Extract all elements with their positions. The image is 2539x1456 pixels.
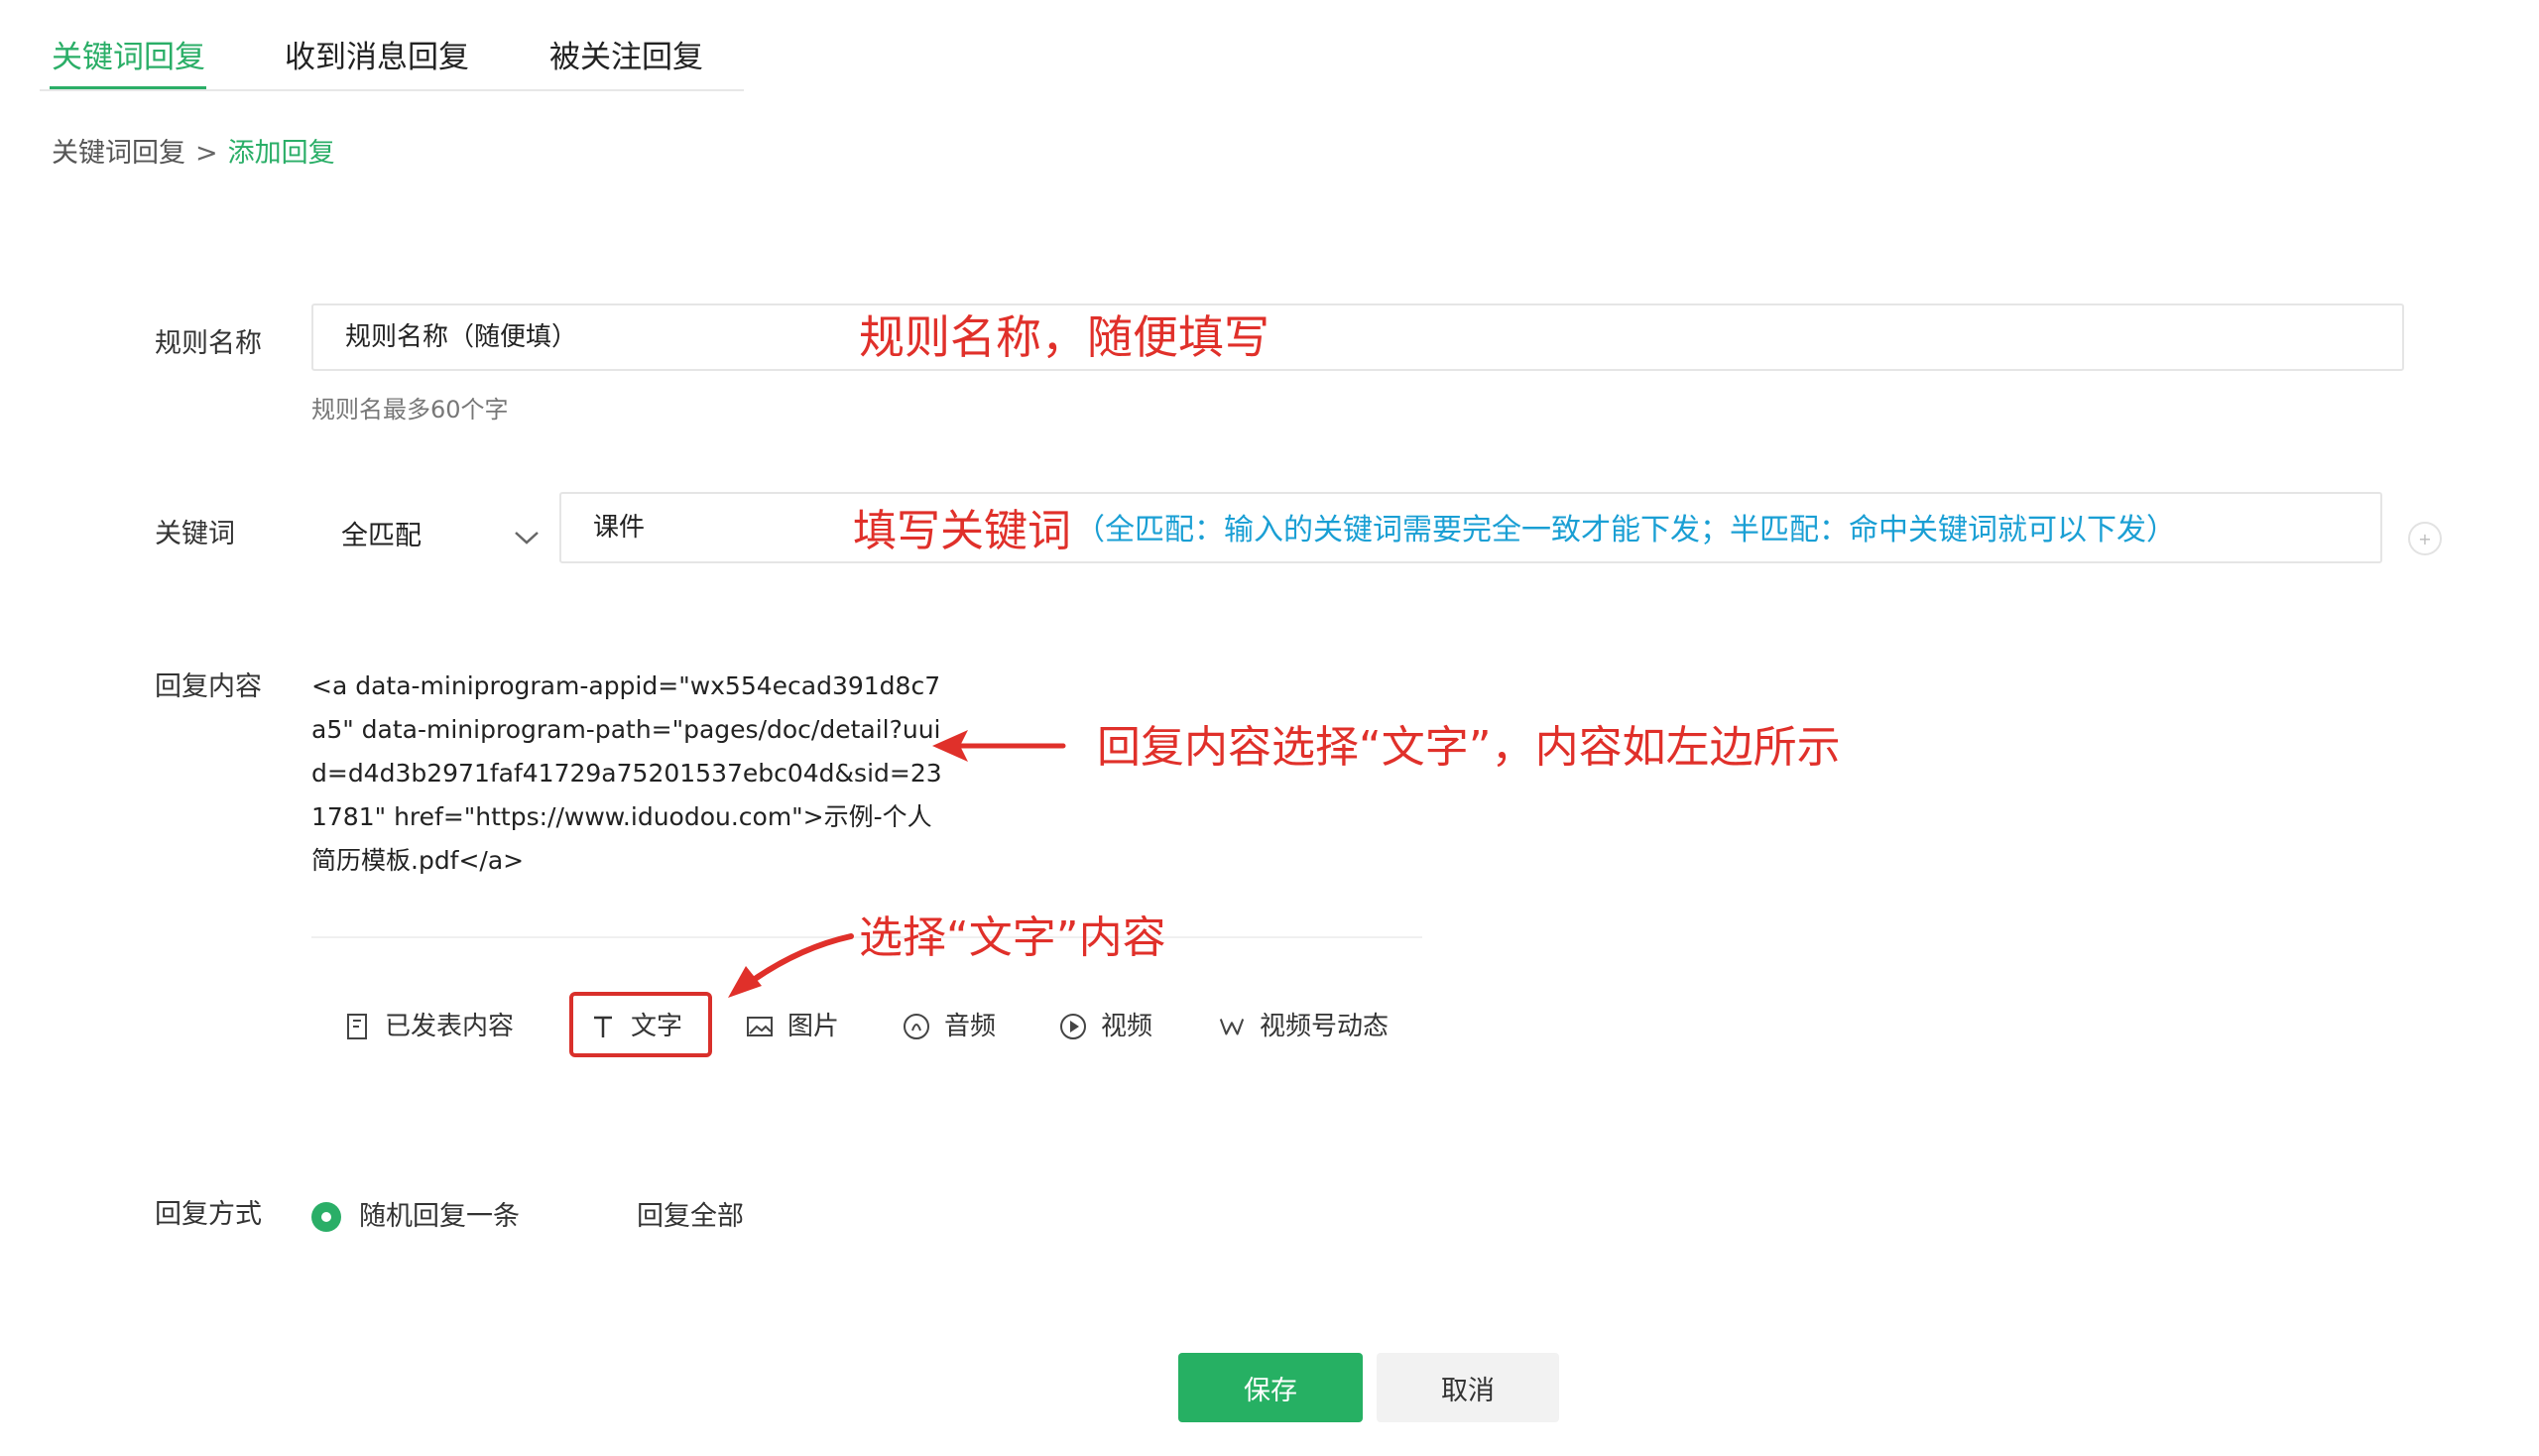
toolbar-audio-label: 音频 xyxy=(944,1012,997,1041)
chevron-down-icon xyxy=(515,532,539,545)
audio-icon xyxy=(903,1013,930,1040)
toolbar-text-label: 文字 xyxy=(631,1012,683,1041)
image-icon xyxy=(746,1013,774,1040)
annotation-arrow-down-left-icon xyxy=(728,933,854,998)
toolbar-published-content[interactable]: 已发表内容 xyxy=(343,1010,514,1043)
text-icon xyxy=(589,1013,617,1040)
reply-mode-random-option[interactable]: 随机回复一条 xyxy=(311,1200,520,1234)
match-mode-value: 全匹配 xyxy=(341,521,422,551)
rule-name-input[interactable]: 规则名称（随便填） xyxy=(311,303,2404,371)
match-mode-select[interactable]: 全匹配 xyxy=(339,520,547,559)
toolbar-channels[interactable]: 视频号动态 xyxy=(1218,1010,1389,1043)
toolbar-video-label: 视频 xyxy=(1101,1012,1153,1041)
radio-selected-icon xyxy=(311,1202,341,1232)
keyword-annotation-blue: （全匹配：输入的关键词需要完全一致才能下发；半匹配：命中关键词就可以下发） xyxy=(1075,513,2176,547)
toolbar-text[interactable]: 文字 xyxy=(589,1010,682,1043)
tab-keyword-reply[interactable]: 关键词回复 xyxy=(52,38,205,77)
rule-name-label: 规则名称 xyxy=(155,328,262,359)
annotation-arrow-left-icon xyxy=(932,730,1066,762)
rule-name-value: 规则名称（随便填） xyxy=(345,322,578,352)
reply-content-annotation: 回复内容选择“文字”，内容如左边所示 xyxy=(1097,722,1841,773)
breadcrumb-parent[interactable]: 关键词回复 xyxy=(52,138,185,169)
toolbar-video[interactable]: 视频 xyxy=(1059,1010,1152,1043)
toolbar-audio[interactable]: 音频 xyxy=(903,1010,996,1043)
toolbar-image[interactable]: 图片 xyxy=(746,1010,839,1043)
tabs-divider xyxy=(40,89,744,91)
channels-icon xyxy=(1218,1013,1246,1040)
reply-mode-all-option[interactable]: 回复全部 xyxy=(637,1200,744,1234)
cancel-button[interactable]: 取消 xyxy=(1377,1353,1559,1422)
reply-mode-random-label: 随机回复一条 xyxy=(359,1201,520,1232)
toolbar-image-label: 图片 xyxy=(787,1012,840,1041)
breadcrumb-separator: > xyxy=(195,138,218,169)
video-icon xyxy=(1059,1013,1087,1040)
reply-mode-label: 回复方式 xyxy=(155,1199,262,1230)
keyword-annotation-red: 填写关键词 xyxy=(853,506,1071,556)
rule-name-hint: 规则名最多60个字 xyxy=(311,396,509,424)
keyword-label: 关键词 xyxy=(155,519,235,549)
document-icon xyxy=(343,1013,371,1040)
tab-message-reply[interactable]: 收到消息回复 xyxy=(285,38,469,77)
tab-follow-reply[interactable]: 被关注回复 xyxy=(549,38,703,77)
save-button[interactable]: 保存 xyxy=(1178,1353,1363,1422)
keyword-annotation: 填写关键词 （全匹配：输入的关键词需要完全一致才能下发；半匹配：命中关键词就可以下… xyxy=(845,496,2184,557)
toolbar-channels-label: 视频号动态 xyxy=(1260,1012,1390,1041)
breadcrumb-current: 添加回复 xyxy=(227,138,335,169)
add-keyword-icon[interactable]: + xyxy=(2408,522,2442,555)
rule-name-annotation: 规则名称，随便填写 xyxy=(845,307,1283,367)
keyword-value: 课件 xyxy=(593,513,646,543)
toolbar-annotation: 选择“文字”内容 xyxy=(859,912,1166,963)
toolbar-published-content-label: 已发表内容 xyxy=(385,1012,515,1041)
reply-content-text[interactable]: <a data-miniprogram-appid="wx554ecad391d… xyxy=(311,665,946,883)
reply-content-label: 回复内容 xyxy=(155,671,262,702)
breadcrumb: 关键词回复 > 添加回复 xyxy=(52,137,335,171)
reply-mode-all-label: 回复全部 xyxy=(637,1201,744,1232)
